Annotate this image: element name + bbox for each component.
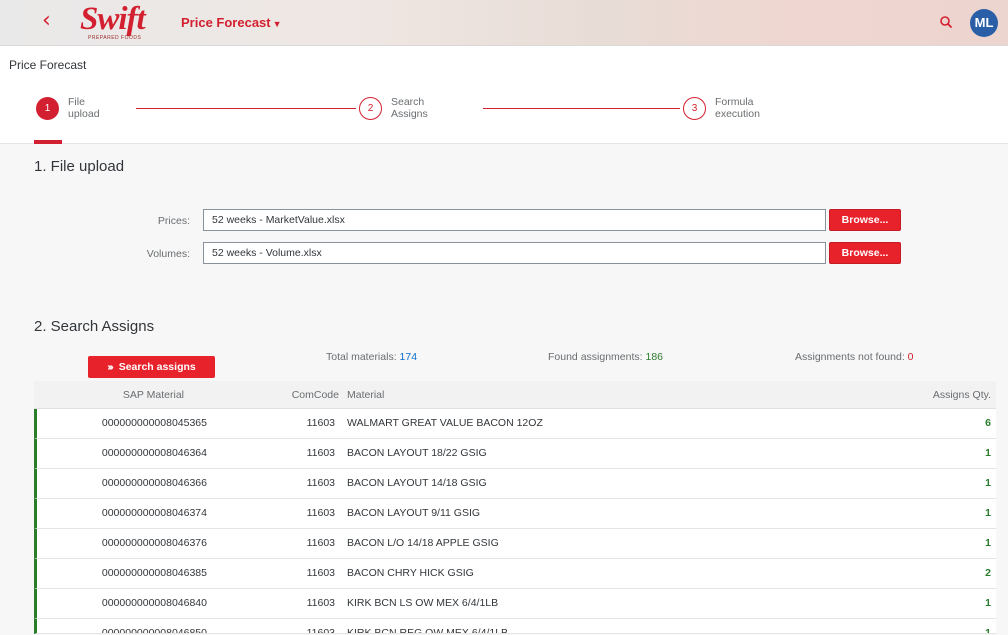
app-title: Price Forecast — [181, 15, 271, 30]
search-icon[interactable] — [938, 14, 954, 30]
cell-material: KIRK BCN REG OW MEX 6/4/1LB — [347, 627, 509, 634]
wizard-step-1-label-line1: File — [68, 96, 85, 108]
cell-sap-material: 000000000008046376 — [101, 537, 207, 549]
table-header: SAP Material ComCode Material Assigns Qt… — [34, 381, 996, 409]
cell-sap-material: 000000000008046364 — [101, 447, 207, 459]
prices-browse-button[interactable]: Browse... — [829, 209, 901, 231]
cell-comcode: 11603 — [306, 537, 335, 549]
table-row[interactable]: 000000000008046364 11603 BACON LAYOUT 18… — [34, 439, 996, 469]
shell-header: ‹ Swift PREPARED FOODS Price Forecast ▼ M… — [0, 0, 1008, 46]
wizard-active-indicator — [34, 140, 62, 144]
cell-sap-material: 000000000008046850 — [101, 627, 207, 634]
assignments-not-found-label: Assignments not found: — [795, 351, 905, 363]
table-row[interactable]: 000000000008046385 11603 BACON CHRY HICK… — [34, 559, 996, 589]
volumes-label: Volumes: — [146, 248, 190, 260]
wizard-step-2-label-line1: Search — [391, 96, 425, 108]
wizard-step-2-label-line2: Assigns — [391, 108, 428, 120]
brand-logo: Swift PREPARED FOODS — [80, 2, 166, 42]
cell-assigns-qty: 1 — [985, 477, 991, 489]
wizard-step-2[interactable]: 2 — [359, 97, 382, 120]
cell-material: BACON LAYOUT 14/18 GSIG — [347, 477, 487, 489]
brand-logo-text: Swift — [80, 1, 146, 37]
cell-comcode: 11603 — [306, 597, 335, 609]
table-row[interactable]: 000000000008046850 11603 KIRK BCN REG OW… — [34, 619, 996, 634]
cell-sap-material: 000000000008045365 — [101, 417, 207, 429]
caret-down-icon: ▼ — [272, 19, 282, 29]
user-avatar[interactable]: ML — [970, 9, 998, 37]
cell-comcode: 11603 — [306, 417, 335, 429]
table-row[interactable]: 000000000008046376 11603 BACON L/O 14/18… — [34, 529, 996, 559]
cell-sap-material: 000000000008046374 — [101, 507, 207, 519]
search-assigns-button[interactable]: ››› Search assigns — [88, 356, 215, 378]
assignments-not-found-stat: Assignments not found: 0 — [795, 351, 914, 363]
wizard-step-3-label: Formula execution — [715, 96, 760, 120]
prices-file-input[interactable]: 52 weeks - MarketValue.xlsx — [203, 209, 826, 231]
found-assignments-value: 186 — [645, 351, 664, 363]
cell-material: BACON CHRY HICK GSIG — [347, 567, 474, 579]
triple-chevron-icon: ››› — [107, 361, 113, 373]
column-header-sap-material[interactable]: SAP Material — [54, 381, 184, 409]
total-materials-label: Total materials: — [326, 351, 397, 363]
cell-material: KIRK BCN LS OW MEX 6/4/1LB — [347, 597, 499, 609]
wizard-step-3[interactable]: 3 — [683, 97, 706, 120]
total-materials-value: 174 — [399, 351, 418, 363]
wizard-connector-2 — [483, 108, 680, 109]
cell-comcode: 11603 — [306, 477, 335, 489]
page-title: Price Forecast — [9, 58, 87, 72]
column-header-assigns-qty[interactable]: Assigns Qty. — [889, 381, 991, 409]
cell-sap-material: 000000000008046366 — [101, 477, 207, 489]
column-header-comcode[interactable]: ComCode — [246, 381, 339, 409]
file-upload-title: 1. File upload — [34, 158, 125, 175]
table-row[interactable]: 000000000008046366 11603 BACON LAYOUT 14… — [34, 469, 996, 499]
cell-sap-material: 000000000008046840 — [101, 597, 207, 609]
cell-assigns-qty: 1 — [985, 627, 991, 634]
cell-comcode: 11603 — [306, 627, 335, 634]
brand-logo-subtext: PREPARED FOODS — [88, 35, 142, 41]
prices-label: Prices: — [157, 215, 190, 227]
found-assignments-label: Found assignments: — [548, 351, 643, 363]
wizard-step-1-label-line2: upload — [68, 108, 100, 120]
found-assignments-stat: Found assignments: 186 — [548, 351, 663, 363]
cell-material: BACON L/O 14/18 APPLE GSIG — [347, 537, 499, 549]
search-assigns-button-label: Search assigns — [118, 361, 196, 373]
wizard-step-2-label: Search Assigns — [391, 96, 428, 120]
total-materials-stat: Total materials: 174 — [326, 351, 417, 363]
assigns-table: SAP Material ComCode Material Assigns Qt… — [34, 381, 996, 634]
volumes-file-input[interactable]: 52 weeks - Volume.xlsx — [203, 242, 826, 264]
table-row[interactable]: 000000000008046374 11603 BACON LAYOUT 9/… — [34, 499, 996, 529]
wizard-step-3-label-line2: execution — [715, 108, 760, 120]
column-header-material[interactable]: Material — [347, 381, 847, 409]
cell-comcode: 11603 — [306, 507, 335, 519]
cell-sap-material: 000000000008046385 — [101, 567, 207, 579]
volumes-browse-button[interactable]: Browse... — [829, 242, 901, 264]
cell-assigns-qty: 1 — [985, 597, 991, 609]
cell-assigns-qty: 1 — [985, 507, 991, 519]
table-row[interactable]: 000000000008046840 11603 KIRK BCN LS OW … — [34, 589, 996, 619]
wizard-connector-1 — [136, 108, 356, 109]
page-header — [0, 46, 1008, 144]
wizard-step-1-label: File upload — [68, 96, 100, 120]
wizard-step-1[interactable]: 1 — [36, 97, 59, 120]
cell-material: WALMART GREAT VALUE BACON 12OZ — [347, 417, 543, 429]
cell-material: BACON LAYOUT 18/22 GSIG — [347, 447, 487, 459]
assignments-not-found-value: 0 — [907, 351, 914, 363]
cell-assigns-qty: 1 — [985, 447, 991, 459]
cell-assigns-qty: 1 — [985, 537, 991, 549]
table-row[interactable]: 000000000008045365 11603 WALMART GREAT V… — [34, 409, 996, 439]
cell-material: BACON LAYOUT 9/11 GSIG — [347, 507, 481, 519]
cell-assigns-qty: 2 — [985, 567, 991, 579]
search-assigns-title: 2. Search Assigns — [34, 318, 155, 335]
wizard-step-3-label-line1: Formula — [715, 96, 754, 108]
cell-comcode: 11603 — [306, 447, 335, 459]
back-icon[interactable]: ‹ — [42, 10, 51, 32]
cell-comcode: 11603 — [306, 567, 335, 579]
cell-assigns-qty: 6 — [985, 417, 991, 429]
app-title-menu[interactable]: Price Forecast ▼ — [181, 15, 282, 30]
